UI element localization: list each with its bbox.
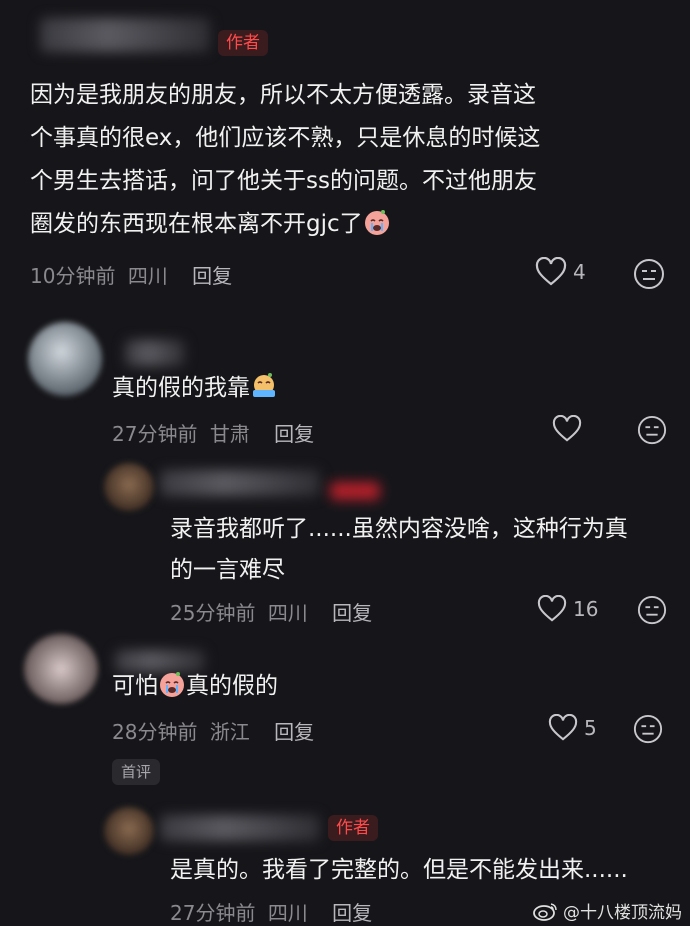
- comment-time: 28分钟前: [112, 720, 198, 744]
- comment-text: 真的假的我靠: [112, 375, 250, 401]
- user-name-blurred: [160, 470, 320, 496]
- comment-text-line: 录音我都听了......虽然内容没啥，这种行为真: [170, 516, 628, 542]
- watermark-text: @十八楼顶流妈: [563, 903, 682, 923]
- avatar: [104, 463, 154, 511]
- comment-location: 四川: [267, 601, 308, 625]
- comment-text-line: 的一言难尽: [170, 557, 285, 583]
- like-button[interactable]: 4: [535, 257, 586, 287]
- user-name-blurred: [330, 482, 380, 500]
- like-count: 4: [573, 260, 586, 284]
- weibo-logo-icon: [533, 902, 557, 921]
- comment-meta: 27分钟前 甘肃 回复: [112, 418, 314, 447]
- dislike-face-icon[interactable]: [637, 415, 667, 445]
- dislike-face-icon[interactable]: [633, 258, 665, 290]
- reply-button[interactable]: 回复: [332, 601, 372, 625]
- crying-emoji-icon: [253, 373, 275, 397]
- comment-time: 10分钟前: [30, 264, 116, 288]
- comment-meta: 25分钟前 四川 回复: [170, 597, 372, 626]
- comment-text: 圈发的东西现在根本离不开gjc了: [30, 211, 363, 237]
- avatar: [28, 322, 102, 396]
- crying-emoji-icon: [364, 210, 389, 235]
- comment-meta: 28分钟前 浙江 回复: [112, 716, 314, 745]
- avatar: [24, 634, 98, 704]
- reply-button[interactable]: 回复: [274, 422, 314, 446]
- like-count: 5: [584, 716, 597, 740]
- comment-meta: 27分钟前 四川 回复: [170, 897, 372, 926]
- comment-text-line: 是真的。我看了完整的。但是不能发出来......: [170, 857, 628, 883]
- comment-location: 浙江: [209, 720, 250, 744]
- first-comment-badge: 首评: [112, 759, 161, 785]
- reply-button[interactable]: 回复: [274, 720, 314, 744]
- like-button[interactable]: [552, 415, 582, 443]
- comment-text-line: 个男生去搭话，问了他关于ss的问题。不过他朋友: [30, 168, 537, 194]
- heart-icon: [552, 415, 582, 442]
- comment-text-line: 因为是我朋友的朋友，所以不太方便透露。录音这: [30, 82, 536, 108]
- comment-text-line: 个事真的很ex，他们应该不熟，只是休息的时候这: [30, 125, 541, 151]
- comment-time: 27分钟前: [170, 901, 256, 925]
- crying-emoji-icon: [160, 672, 184, 697]
- comment-location: 四川: [267, 901, 308, 925]
- heart-icon: [548, 714, 578, 741]
- comment-time: 27分钟前: [112, 422, 198, 446]
- author-name-blurred: [40, 18, 210, 52]
- dislike-face-icon[interactable]: [637, 595, 667, 625]
- dislike-face-icon[interactable]: [633, 714, 663, 744]
- heart-icon: [535, 257, 567, 286]
- reply-button[interactable]: 回复: [192, 264, 232, 288]
- comment-text: 真的假的: [186, 673, 278, 699]
- like-count: 16: [573, 597, 599, 621]
- like-button[interactable]: 5: [548, 714, 597, 742]
- comment-text: 可怕: [112, 673, 158, 699]
- author-badge: 作者: [328, 815, 378, 841]
- like-button[interactable]: 16: [537, 595, 598, 623]
- avatar: [104, 807, 154, 855]
- comment-text-line: 圈发的东西现在根本离不开gjc了: [30, 203, 391, 246]
- user-name-blurred: [125, 340, 185, 366]
- author-badge: 作者: [218, 30, 268, 56]
- watermark: @十八楼顶流妈: [533, 898, 682, 923]
- comment-location: 四川: [127, 264, 168, 288]
- comment-time: 25分钟前: [170, 601, 256, 625]
- comment-text-line: 真的假的我靠: [112, 367, 278, 410]
- comment-meta: 10分钟前 四川 回复: [30, 260, 232, 289]
- comment-text-line: 可怕 真的假的: [112, 665, 278, 708]
- heart-icon: [537, 595, 567, 622]
- reply-button[interactable]: 回复: [332, 901, 372, 925]
- user-name-blurred: [160, 815, 320, 841]
- comment-location: 甘肃: [209, 422, 250, 446]
